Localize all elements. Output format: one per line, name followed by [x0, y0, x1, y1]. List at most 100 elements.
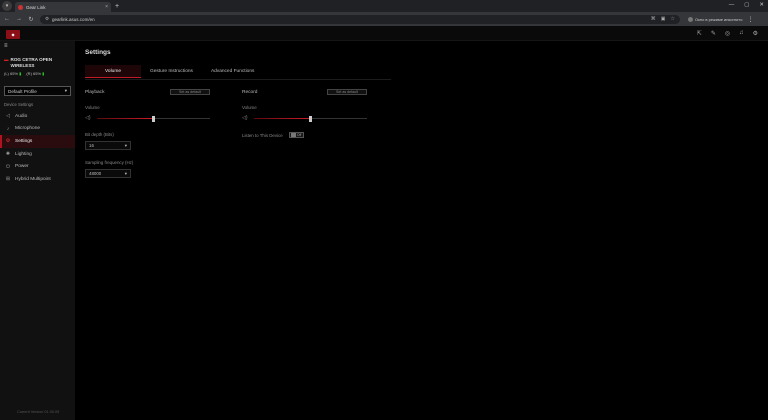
sidebar-item-hybrid-multipoint[interactable]: ⊞ Hybrid Multipoint	[0, 173, 75, 186]
playback-volume-label: Volume	[85, 105, 100, 110]
window-controls: — ▢ ✕	[729, 2, 764, 8]
translate-icon[interactable]: ⌘	[651, 16, 656, 22]
record-panel: Record Set as default Volume ◁) Listen t…	[242, 89, 367, 138]
battery-status: (L) 65% ▮ (R) 65% ▮	[4, 71, 72, 76]
chevron-down-icon: ▾	[64, 88, 67, 93]
headset-icon[interactable]: ◎	[725, 30, 730, 37]
record-volume-knob[interactable]	[309, 115, 312, 122]
playback-volume-fill	[97, 118, 154, 119]
settings-gear-icon[interactable]: ⚙	[753, 30, 758, 37]
sidebar-item-settings[interactable]: ⚙ Settings	[0, 135, 75, 148]
sidebar-item-label: Audio	[15, 113, 28, 119]
record-volume-label: Volume	[242, 105, 257, 110]
browser-tab[interactable]: Gear Link ×	[15, 2, 111, 12]
tab-volume[interactable]: Volume	[85, 65, 141, 78]
bookmark-star-icon[interactable]: ☆	[671, 16, 675, 22]
minimize-icon[interactable]: —	[729, 2, 735, 8]
sidebar-item-lighting[interactable]: ✺ Lighting	[0, 148, 75, 161]
playback-volume-slider[interactable]: ◁)	[85, 114, 210, 122]
light-icon: ✺	[5, 151, 11, 158]
record-volume-track[interactable]	[254, 115, 367, 122]
device-name: ROG CETRA OPEN WIRELESS	[10, 57, 53, 68]
sampling-frequency-select[interactable]: 48000 ▾	[85, 169, 131, 178]
forward-icon[interactable]: →	[14, 16, 24, 22]
tab-close-icon[interactable]: ×	[105, 4, 108, 10]
section-label: Device Settings	[4, 102, 34, 107]
sidebar-nav: ◁ Audio ♪ Microphone ⚙ Settings ✺ Lighti…	[0, 110, 75, 186]
new-tab-icon[interactable]: +	[115, 3, 119, 10]
notification-bell-icon[interactable]: ♫	[739, 30, 744, 37]
record-volume-fill	[254, 118, 311, 119]
listen-to-device-label: Listen to This Device	[242, 132, 283, 138]
headset-device-icon: ▬	[4, 57, 9, 62]
back-icon[interactable]: ←	[2, 16, 12, 22]
bit-depth-select[interactable]: 16 ▾	[85, 141, 131, 150]
hamburger-menu-icon[interactable]: ≡	[4, 43, 8, 49]
bit-depth-label: Bit depth (Bits)	[85, 132, 114, 137]
sidebar-item-label: Settings	[15, 138, 33, 144]
browser-tab-bar: ▾ Gear Link × + — ▢ ✕	[0, 0, 768, 12]
sidebar-item-microphone[interactable]: ♪ Microphone	[0, 123, 75, 136]
url-text: gearlink.asus.com/en	[52, 16, 95, 22]
playback-set-default-button[interactable]: Set as default	[170, 89, 210, 95]
address-bar: ← → ↻ ⚙ gearlink.asus.com/en ⌘ ▣ ☆ Окно …	[0, 12, 768, 26]
gear-icon: ⚙	[5, 138, 11, 145]
firmware-version: Current Version 01.00.09	[17, 410, 60, 414]
sidebar: ≡ ▬ ROG CETRA OPEN WIRELESS (L) 65% ▮ (R…	[0, 41, 75, 420]
record-label: Record	[242, 89, 258, 95]
main-content: Settings Volume Gesture Instructions Adv…	[75, 41, 768, 420]
listen-to-device-toggle[interactable]: Off	[288, 132, 304, 138]
browser-menu-icon[interactable]: ⋮	[747, 16, 753, 23]
tabs-divider	[85, 79, 391, 80]
sidebar-item-label: Power	[15, 164, 29, 170]
battery-left-icon: ▮	[19, 71, 22, 76]
tab-advanced-functions[interactable]: Advanced Functions	[202, 65, 263, 78]
device-info: ▬ ROG CETRA OPEN WIRELESS (L) 65% ▮ (R) …	[4, 57, 72, 76]
toggle-state: Off	[296, 133, 302, 137]
maximize-icon[interactable]: ▢	[744, 2, 749, 8]
power-icon: ⏻	[6, 163, 10, 170]
battery-right-icon: ▮	[42, 71, 45, 76]
sidebar-item-label: Microphone	[15, 126, 41, 132]
install-app-icon[interactable]: ▣	[661, 16, 666, 22]
sampling-frequency-value: 48000	[89, 171, 102, 176]
page-title: Settings	[85, 49, 111, 56]
record-set-default-button[interactable]: Set as default	[327, 89, 367, 95]
chevron-down-icon: ▾	[124, 142, 127, 148]
battery-left: (L) 65%	[4, 71, 19, 76]
multipoint-icon: ⊞	[5, 176, 11, 183]
chevron-down-icon: ▾	[124, 170, 127, 176]
app-header: ◆ ⇱ ✎ ◎ ♫ ⚙	[0, 26, 768, 41]
speaker-volume-icon: ◁)	[242, 115, 248, 121]
playback-panel: Playback Set as default Volume ◁) Bit de…	[85, 89, 210, 178]
export-icon[interactable]: ⇱	[697, 30, 702, 37]
edit-icon[interactable]: ✎	[711, 30, 716, 37]
speaker-volume-icon: ◁)	[85, 115, 91, 121]
sidebar-item-power[interactable]: ⏻ Power	[0, 160, 75, 173]
tab-favicon-icon	[18, 4, 23, 10]
profile-select[interactable]: Default Profile ▾	[4, 86, 71, 96]
tab-gesture-instructions[interactable]: Gesture Instructions	[141, 65, 202, 78]
toggle-knob	[290, 133, 296, 137]
incognito-indicator[interactable]: Окно в режиме инкогнито	[688, 16, 743, 22]
playback-volume-track[interactable]	[97, 115, 210, 122]
battery-right: (R) 65%	[26, 71, 42, 76]
sidebar-item-audio[interactable]: ◁ Audio	[0, 110, 75, 123]
profile-value: Default Profile	[8, 88, 37, 94]
settings-tabs: Volume Gesture Instructions Advanced Fun…	[85, 65, 263, 78]
sidebar-item-label: Hybrid Multipoint	[15, 176, 51, 182]
playback-volume-knob[interactable]	[152, 115, 155, 122]
tab-title: Gear Link	[26, 4, 46, 10]
url-input[interactable]: ⚙ gearlink.asus.com/en ⌘ ▣ ☆	[40, 14, 680, 24]
sidebar-item-label: Lighting	[15, 151, 32, 157]
close-window-icon[interactable]: ✕	[759, 2, 764, 8]
rog-logo-icon: ◆	[6, 30, 20, 39]
reload-icon[interactable]: ↻	[26, 16, 36, 23]
playback-label: Playback	[85, 89, 105, 95]
site-info-icon[interactable]: ⚙	[45, 16, 49, 22]
sampling-frequency-label: Sampling frequency (Hz)	[85, 160, 134, 165]
tab-search-icon[interactable]: ▾	[2, 1, 12, 11]
incognito-icon	[688, 16, 693, 22]
incognito-label: Окно в режиме инкогнито	[695, 16, 743, 22]
record-volume-slider[interactable]: ◁)	[242, 114, 367, 122]
